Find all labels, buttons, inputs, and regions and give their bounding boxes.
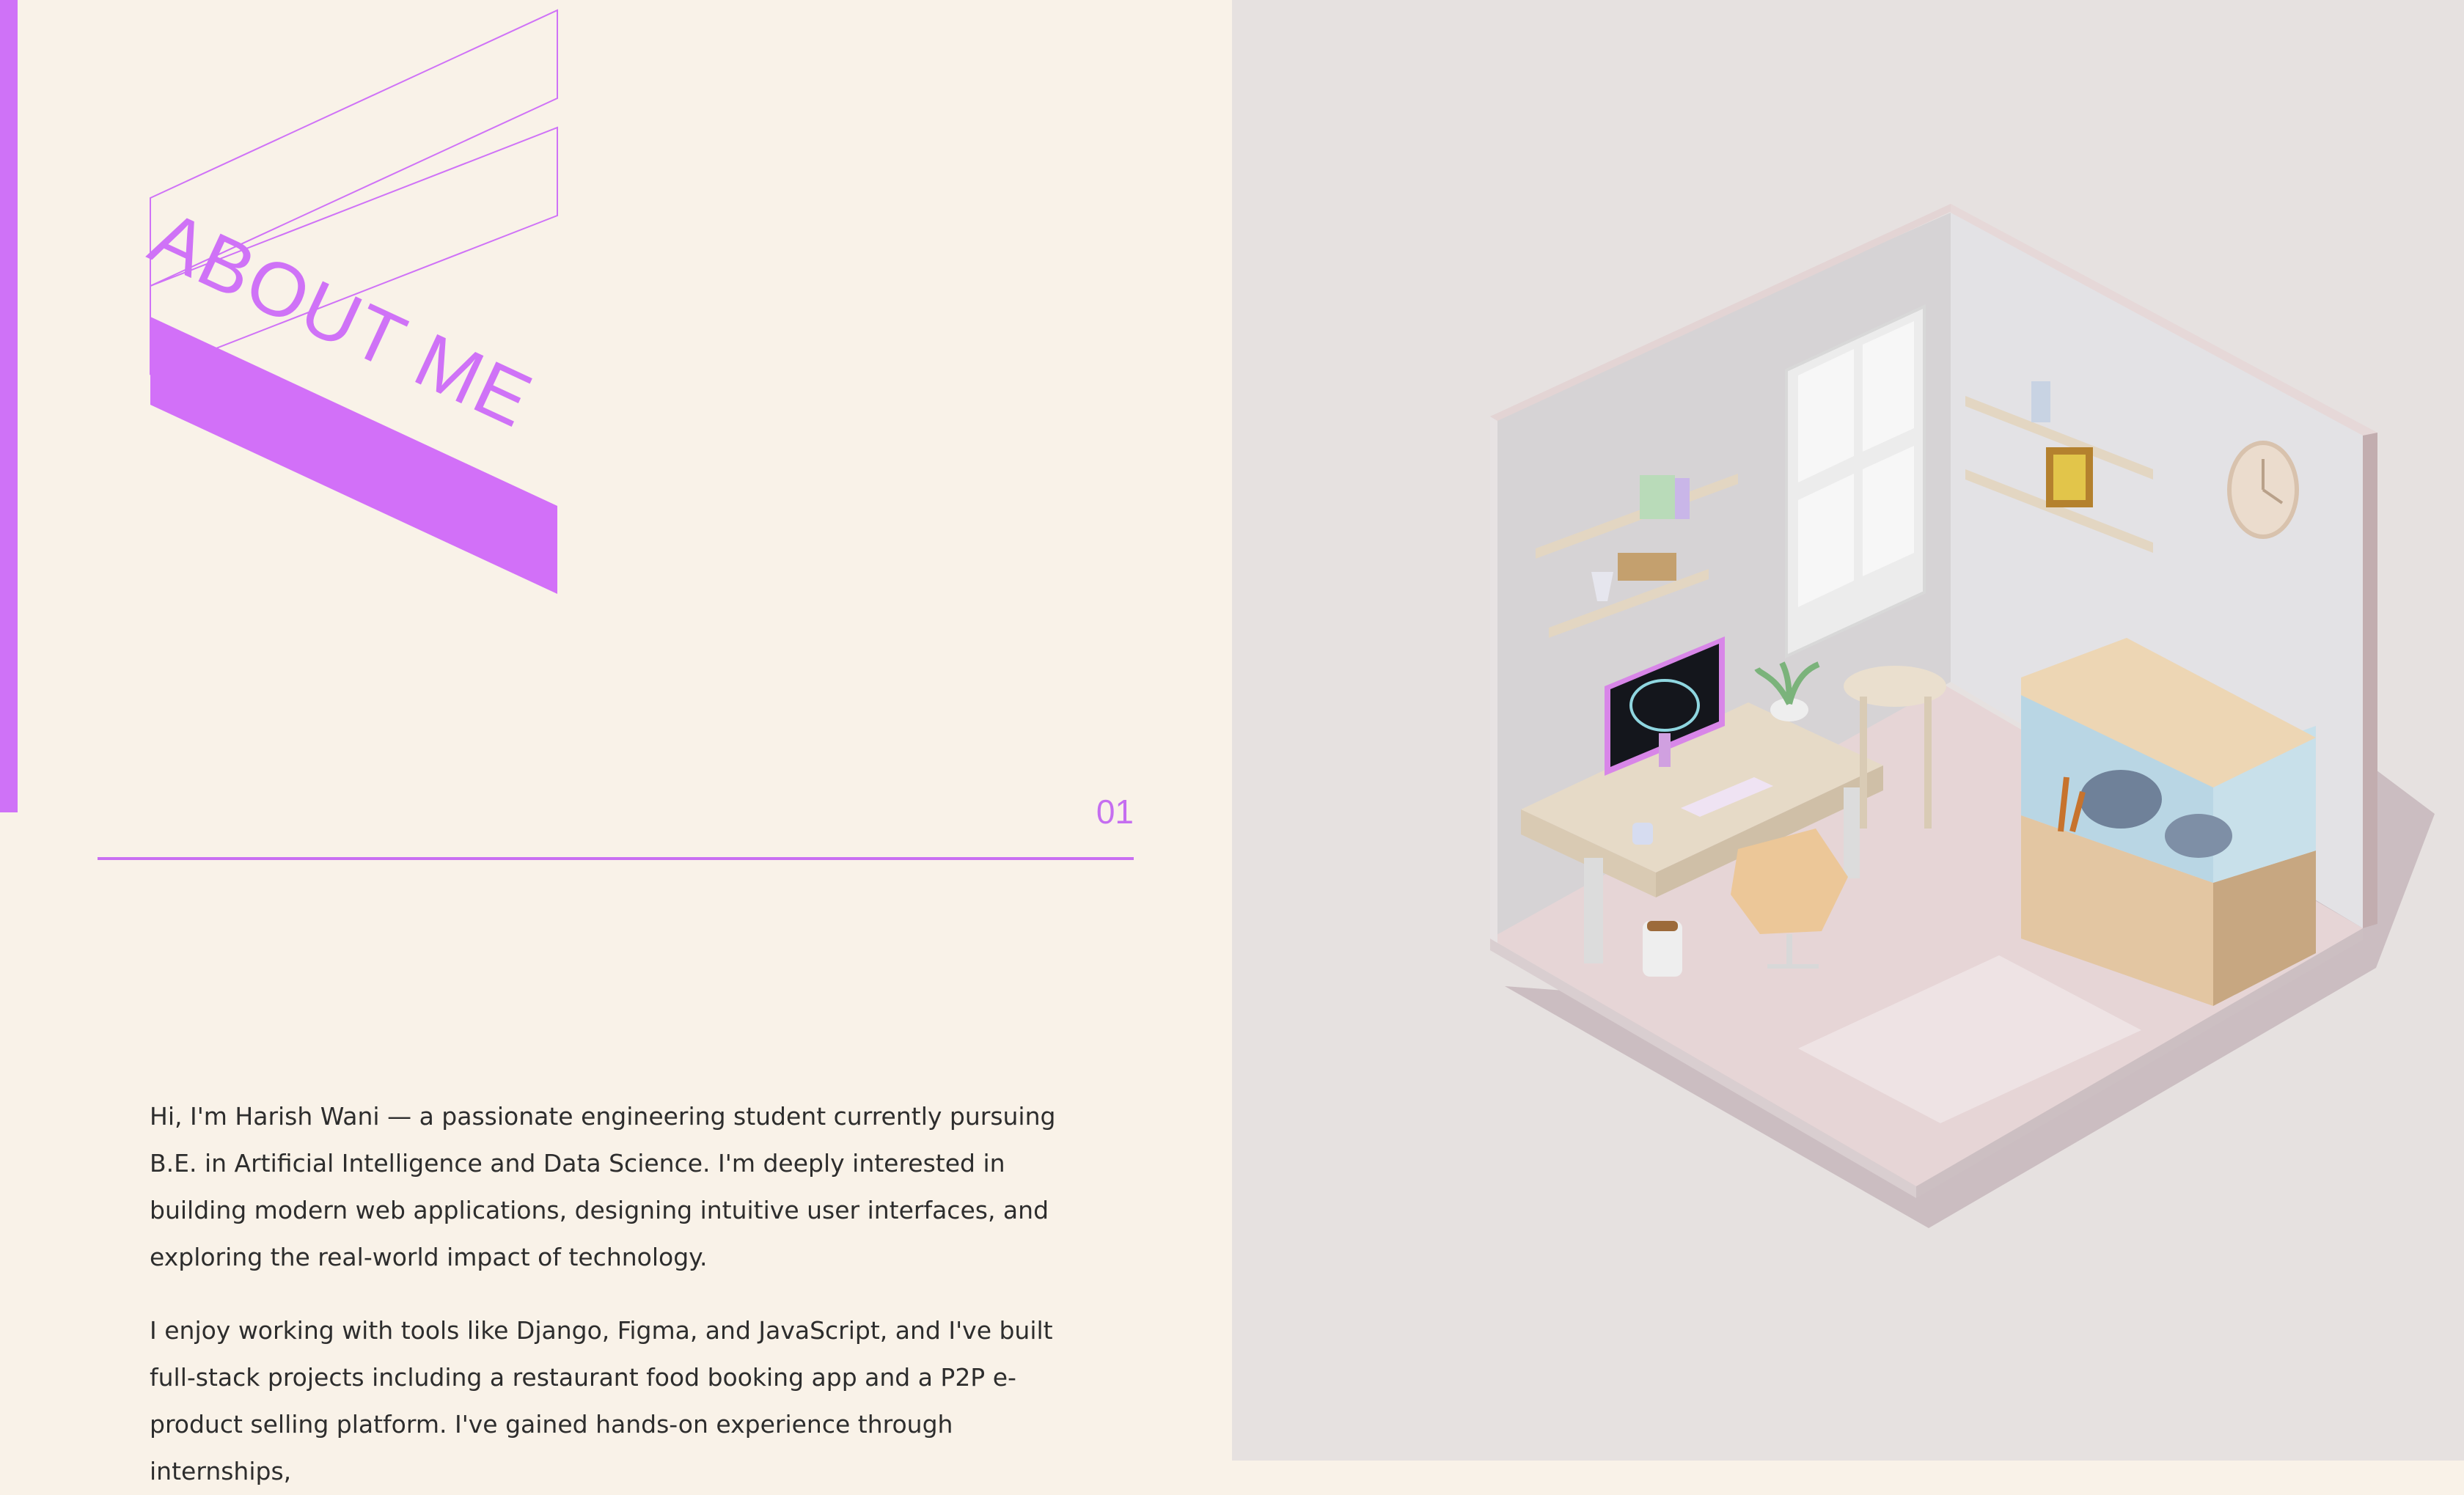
left-wall-edge bbox=[1490, 416, 1497, 943]
bio-paragraph: I enjoy working with tools like Django, … bbox=[150, 1316, 1053, 1485]
about-heading-graphic: ABOUT ME bbox=[138, 9, 558, 594]
aquarium-rock bbox=[2165, 814, 2232, 858]
desk-leg bbox=[1844, 787, 1860, 878]
desk-leg bbox=[1584, 858, 1603, 963]
right-wall-outer bbox=[2363, 433, 2377, 928]
about-panel: ABOUT ME 01 Hi, I'm Harish Wani — a pass… bbox=[0, 0, 1232, 1485]
mug-icon bbox=[1632, 823, 1653, 845]
bio-paragraph: Hi, I'm Harish Wani — a passionate engin… bbox=[150, 1102, 1056, 1271]
books-icon bbox=[1675, 478, 1690, 519]
section-divider bbox=[98, 857, 1134, 860]
aquarium-rock bbox=[2080, 770, 2162, 829]
box-icon bbox=[1618, 553, 1676, 581]
side-table-leg bbox=[1924, 697, 1932, 829]
air-purifier-top bbox=[1647, 921, 1678, 931]
books-icon bbox=[1640, 475, 1675, 519]
side-table-leg bbox=[1860, 697, 1867, 829]
isometric-room bbox=[1490, 204, 2435, 1228]
section-number: 01 bbox=[1096, 793, 1134, 831]
books-icon bbox=[2031, 381, 2050, 422]
monitor-stand bbox=[1659, 733, 1671, 767]
picture-frame-art bbox=[2053, 455, 2086, 500]
illustration-panel bbox=[1232, 0, 2464, 1461]
